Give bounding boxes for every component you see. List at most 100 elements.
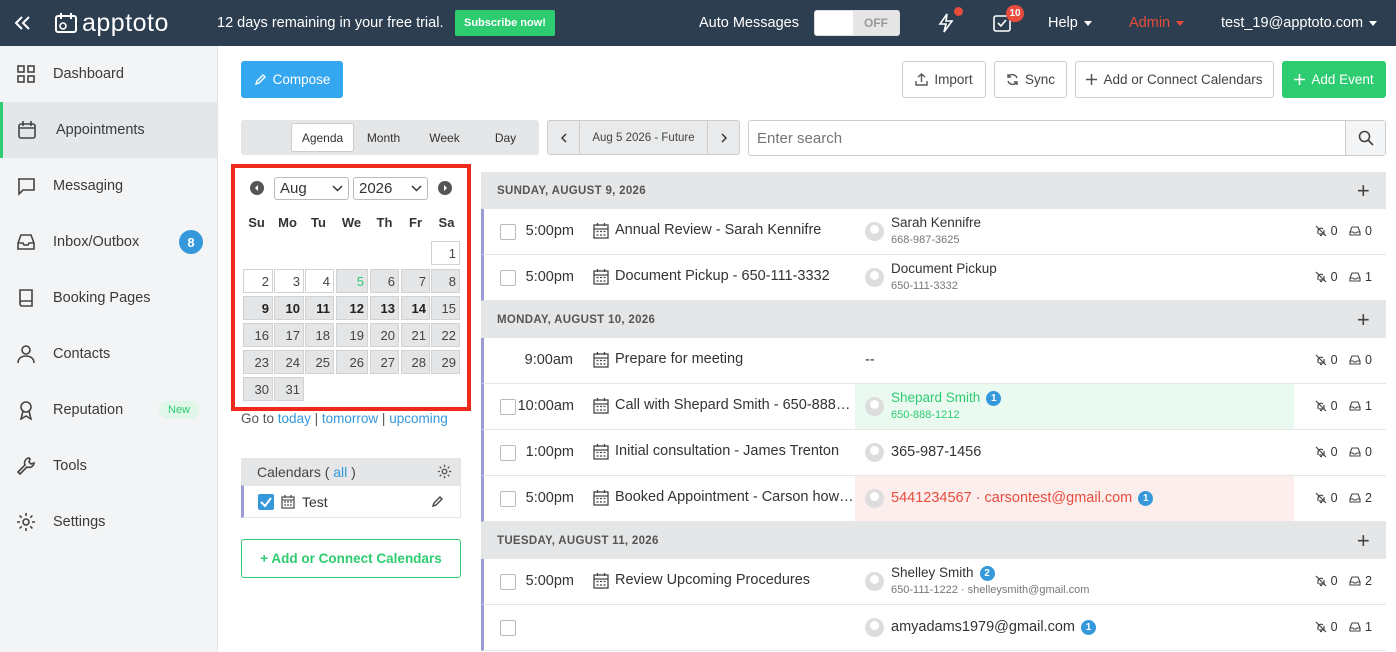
event-title[interactable]: Review Upcoming Procedures [615, 572, 855, 588]
event-contact[interactable]: 5441234567 · carsontest@gmail.com 1 [855, 476, 1294, 521]
sidebar-item-dashboard[interactable]: Dashboard [0, 46, 217, 102]
add-connect-calendars-link[interactable]: + Add or Connect Calendars [241, 539, 461, 578]
import-button[interactable]: Import [902, 61, 986, 98]
prev-range-button[interactable] [548, 121, 580, 154]
sidebar-item-appointments[interactable]: Appointments [0, 102, 217, 158]
tab-month[interactable]: Month [354, 123, 413, 152]
event-contact[interactable]: Sarah Kennifre 668-987-3625 [855, 209, 1294, 254]
event-row[interactable]: 5:00pm Document Pickup - 650-111-3332 Docu… [481, 255, 1386, 301]
calendar-day[interactable]: 14 [401, 296, 430, 320]
calendar-day[interactable]: 23 [243, 350, 273, 374]
event-row[interactable]: 5:00pm Review Upcoming Procedures Shelley … [481, 559, 1386, 605]
calendar-day[interactable]: 27 [370, 350, 399, 374]
calendar-day[interactable]: 15 [431, 296, 460, 320]
event-contact[interactable]: amyadams1979@gmail.com 1 [855, 605, 1294, 650]
goto-tomorrow-link[interactable]: tomorrow [322, 411, 378, 426]
calendar-day[interactable]: 22 [431, 323, 460, 347]
tab-week[interactable]: Week [413, 123, 476, 152]
activity-bolt-icon[interactable] [936, 0, 963, 46]
calendar-day[interactable]: 10 [274, 296, 304, 320]
auto-messages-toggle[interactable]: OFF [814, 10, 900, 36]
user-menu[interactable]: test_19@apptoto.com [1221, 0, 1378, 46]
calendar-day[interactable]: 3 [274, 269, 304, 293]
gear-icon[interactable] [437, 464, 452, 479]
calendar-day[interactable]: 11 [305, 296, 334, 320]
event-row[interactable]: 9:00am Prepare for meeting -- 0 0 [481, 338, 1386, 384]
calendar-day[interactable]: 1 [431, 241, 460, 265]
pencil-icon[interactable] [431, 495, 444, 508]
calendar-checkbox[interactable] [258, 494, 274, 510]
apptoto-logo[interactable]: apptoto [54, 0, 169, 46]
add-event-button[interactable]: Add Event [1282, 61, 1386, 98]
calendar-day[interactable]: 19 [336, 323, 368, 347]
search-button[interactable] [1345, 121, 1385, 155]
admin-menu[interactable]: Admin [1129, 0, 1185, 46]
calendar-day[interactable]: 5 [336, 269, 368, 293]
help-menu[interactable]: Help [1048, 0, 1092, 46]
sidebar-item-messaging[interactable]: Messaging [0, 158, 217, 214]
event-title[interactable]: Document Pickup - 650-111-3332 [615, 268, 855, 284]
calendar-day[interactable]: 21 [401, 323, 430, 347]
add-connect-calendars-button[interactable]: Add or Connect Calendars [1075, 61, 1274, 98]
calendar-day[interactable]: 12 [336, 296, 368, 320]
event-contact[interactable]: 365-987-1456 [855, 430, 1294, 475]
sidebar-item-inbox-outbox[interactable]: Inbox/Outbox 8 [0, 214, 217, 270]
calendar-day[interactable]: 8 [431, 269, 460, 293]
event-title[interactable]: Call with Shepard Smith - 650-888-1212 [615, 397, 855, 413]
calendar-day[interactable]: 7 [401, 269, 430, 293]
calendar-day[interactable]: 29 [431, 350, 460, 374]
event-row[interactable]: amyadams1979@gmail.com 1 0 1 [481, 605, 1386, 651]
calendar-day[interactable]: 4 [305, 269, 334, 293]
event-contact[interactable]: -- [855, 338, 1294, 383]
event-title[interactable]: Annual Review - Sarah Kennifre [615, 222, 855, 238]
calendar-day[interactable]: 9 [243, 296, 273, 320]
sidebar-item-settings[interactable]: Settings [0, 494, 217, 550]
event-contact[interactable]: Shepard Smith 1 650-888-1212 [855, 384, 1294, 429]
sidebar-item-reputation[interactable]: Reputation New [0, 382, 217, 438]
calendar-day[interactable]: 24 [274, 350, 304, 374]
calendar-day[interactable]: 26 [336, 350, 368, 374]
event-contact[interactable]: Document Pickup 650-111-3332 [855, 255, 1294, 300]
collapse-sidebar-icon[interactable] [14, 0, 32, 46]
next-range-button[interactable] [707, 121, 739, 154]
sidebar-item-contacts[interactable]: Contacts [0, 326, 217, 382]
date-range-label[interactable]: Aug 5 2026 - Future [580, 121, 707, 154]
event-title[interactable]: Booked Appointment - Carson howard [615, 489, 855, 505]
calendar-item-test[interactable]: Test [241, 485, 461, 518]
tab-day[interactable]: Day [476, 123, 535, 152]
calendar-day[interactable]: 28 [401, 350, 430, 374]
sidebar-item-tools[interactable]: Tools [0, 438, 217, 494]
subscribe-button[interactable]: Subscribe now! [455, 10, 555, 36]
calendar-day[interactable]: 30 [243, 377, 273, 401]
month-select[interactable]: Aug [274, 177, 349, 200]
calendar-day[interactable]: 18 [305, 323, 334, 347]
event-row[interactable]: 1:00pm Initial consultation - James Trent… [481, 430, 1386, 476]
search-input[interactable] [749, 121, 1345, 155]
calendar-day[interactable]: 31 [274, 377, 304, 401]
year-select[interactable]: 2026 [353, 177, 428, 200]
event-title[interactable]: Initial consultation - James Trenton [615, 443, 855, 459]
prev-month-button[interactable] [250, 181, 264, 195]
tab-agenda[interactable]: Agenda [291, 123, 354, 152]
tasks-icon[interactable]: 10 [992, 0, 1024, 46]
calendar-day[interactable]: 13 [370, 296, 399, 320]
calendar-day[interactable]: 25 [305, 350, 334, 374]
event-row[interactable]: 5:00pm Booked Appointment - Carson howard… [481, 476, 1386, 522]
event-checkbox[interactable] [500, 620, 516, 636]
calendars-all-link[interactable]: all [333, 464, 347, 480]
next-month-button[interactable] [438, 181, 452, 195]
compose-button[interactable]: Compose [241, 61, 343, 98]
goto-upcoming-link[interactable]: upcoming [389, 411, 448, 426]
sidebar-item-booking-pages[interactable]: Booking Pages [0, 270, 217, 326]
calendar-day[interactable]: 6 [370, 269, 399, 293]
event-title[interactable]: Prepare for meeting [615, 351, 855, 367]
add-event-plus-icon[interactable]: + [1357, 178, 1370, 204]
calendar-day[interactable]: 16 [243, 323, 273, 347]
sync-button[interactable]: Sync [994, 61, 1067, 98]
event-row[interactable]: 10:00am Call with Shepard Smith - 650-888… [481, 384, 1386, 430]
calendar-day[interactable]: 17 [274, 323, 304, 347]
goto-today-link[interactable]: today [278, 411, 311, 426]
add-event-plus-icon[interactable]: + [1357, 528, 1370, 554]
event-contact[interactable]: Shelley Smith 2 650-111-1222 · shelleysmit… [855, 559, 1294, 604]
event-row[interactable]: 5:00pm Annual Review - Sarah Kennifre Sara… [481, 209, 1386, 255]
